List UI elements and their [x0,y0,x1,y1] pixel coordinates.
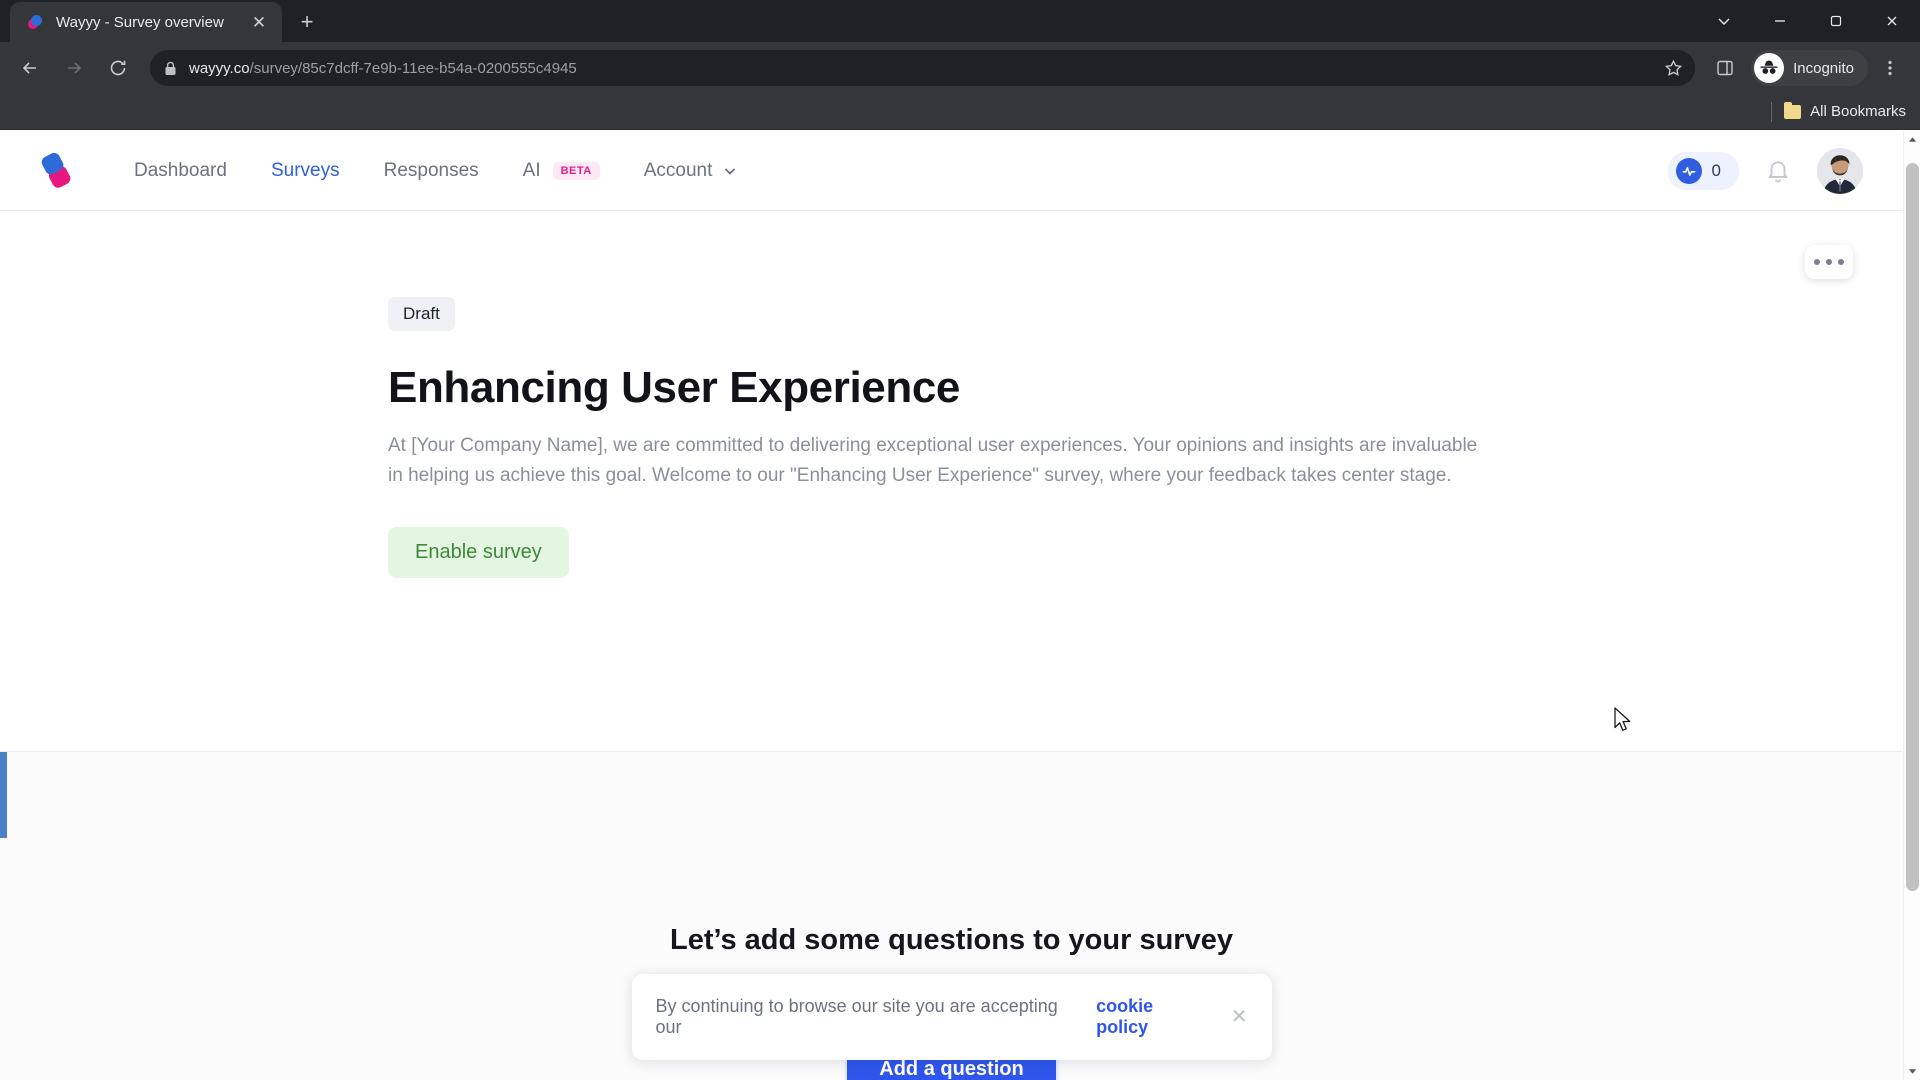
page-viewport: Dashboard Surveys Responses AI BETA Acco… [0,131,1920,1080]
folder-icon [1784,101,1802,119]
url-text: wayyy.co/survey/85c7dcff-7e9b-11ee-b54a-… [189,60,577,77]
all-bookmarks-label: All Bookmarks [1810,103,1906,120]
browser-window: Wayyy - Survey overview ✕ + wayyy.co/sur… [0,0,1920,1080]
activity-pulse-icon [1675,157,1702,184]
nav-item-dashboard[interactable]: Dashboard [112,160,249,182]
bookmarks-bar: All Bookmarks [0,94,1920,130]
app-header: Dashboard Surveys Responses AI BETA Acco… [0,131,1903,211]
scrollbar-thumb[interactable] [1906,163,1919,891]
wayyy-logo[interactable] [34,148,80,194]
credits-count: 0 [1711,160,1721,180]
tab-strip: Wayyy - Survey overview ✕ + [0,0,1920,42]
scroll-up-icon[interactable] [1904,131,1920,148]
empty-state-title: Let’s add some questions to your survey [670,924,1233,956]
page-content: Dashboard Surveys Responses AI BETA Acco… [0,131,1903,1080]
page-scrollbar[interactable] [1903,131,1920,1080]
close-icon[interactable] [1864,0,1920,42]
browser-tab[interactable]: Wayyy - Survey overview ✕ [10,2,282,42]
tab-search-icon[interactable] [1696,0,1752,42]
wayyy-logo-icon [26,13,44,31]
avatar[interactable] [1817,147,1863,194]
browser-toolbar: wayyy.co/survey/85c7dcff-7e9b-11ee-b54a-… [0,42,1920,94]
back-arrow-icon[interactable] [12,50,48,86]
minimize-icon[interactable] [1752,0,1808,42]
survey-description: At [Your Company Name], we are committed… [388,435,1478,487]
address-bar[interactable]: wayyy.co/survey/85c7dcff-7e9b-11ee-b54a-… [150,50,1696,86]
tab-title: Wayyy - Survey overview [56,13,224,31]
cookie-banner: By continuing to browse our site you are… [631,974,1272,1060]
chevron-down-icon [722,163,738,179]
reload-icon[interactable] [100,50,136,86]
all-bookmarks-button[interactable]: All Bookmarks [1784,101,1906,120]
new-tab-button[interactable]: + [290,5,324,39]
bell-icon[interactable] [1765,158,1791,184]
nav-item-account[interactable]: Account [622,160,761,182]
forward-arrow-icon [56,50,92,86]
beta-badge: BETA [552,161,600,180]
enable-survey-button[interactable]: Enable survey [388,527,569,579]
nav-item-surveys[interactable]: Surveys [249,160,362,182]
profile-chip[interactable]: Incognito [1751,50,1868,86]
nav-item-account-label: Account [643,159,713,181]
credits-badge[interactable]: 0 [1667,151,1739,190]
three-dot-menu-icon[interactable] [1872,50,1908,86]
page-title: Enhancing User Experience [388,363,960,412]
nav-item-ai-label: AI [522,159,541,181]
cookie-banner-text: By continuing to browse our site you are… [655,996,1058,1037]
lock-icon [164,61,177,76]
main-nav: Dashboard Surveys Responses AI BETA Acco… [112,160,760,182]
profile-label: Incognito [1793,59,1854,77]
window-controls [1696,0,1920,42]
side-panel-icon[interactable] [1707,50,1743,86]
url-path: /survey/85c7dcff-7e9b-11ee-b54a-0200555c… [249,59,577,77]
divider [1771,101,1773,122]
survey-options-button[interactable] [1805,245,1853,279]
cookie-policy-link[interactable]: cookie policy [1096,996,1210,1038]
star-icon[interactable] [1664,59,1683,78]
close-icon[interactable]: ✕ [246,9,272,35]
nav-item-ai[interactable]: AI BETA [501,160,622,182]
survey-hero: Draft Enhancing User Experience At [Your… [0,211,1903,752]
close-icon[interactable]: ✕ [1231,1007,1248,1027]
restore-icon[interactable] [1808,0,1864,42]
header-actions: 0 [1667,147,1863,194]
status-badge: Draft [388,297,455,331]
url-domain: wayyy.co [189,59,250,77]
incognito-icon [1754,53,1785,83]
nav-item-responses[interactable]: Responses [362,160,501,182]
scroll-down-icon[interactable] [1904,1063,1920,1080]
